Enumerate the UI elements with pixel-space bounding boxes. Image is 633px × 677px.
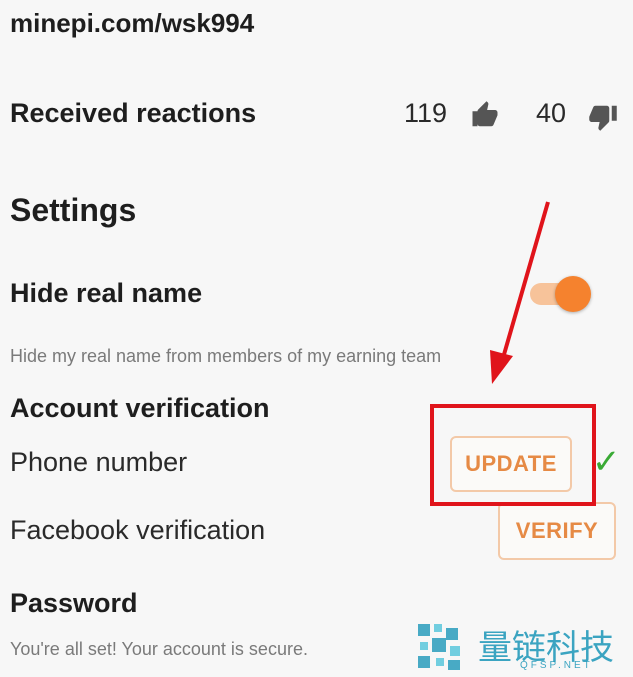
checkmark-icon: ✓ [592, 443, 621, 481]
dislikes-count: 40 [536, 98, 567, 128]
thumbs-down-icon [588, 102, 618, 137]
password-status: You're all set! Your account is secure. [10, 639, 308, 659]
watermark-logo-icon [418, 624, 460, 670]
highlight-box [430, 404, 596, 506]
profile-url[interactable]: minepi.com/wsk994 [10, 8, 254, 39]
facebook-verification-label: Facebook verification [10, 515, 266, 545]
hide-real-name-label: Hide real name [10, 278, 203, 308]
thumbs-up-icon [470, 100, 500, 135]
watermark-subtext: QFSP.NET [520, 660, 593, 671]
password-heading: Password [10, 588, 138, 618]
toggle-knob[interactable] [555, 276, 591, 312]
account-verification-heading: Account verification [10, 393, 270, 423]
phone-number-label: Phone number [10, 447, 188, 477]
verify-facebook-button[interactable]: VERIFY [498, 502, 616, 560]
hide-real-name-description: Hide my real name from members of my ear… [10, 346, 442, 366]
received-reactions-label: Received reactions [10, 98, 257, 128]
settings-heading: Settings [10, 192, 137, 228]
likes-count: 119 [404, 98, 448, 128]
